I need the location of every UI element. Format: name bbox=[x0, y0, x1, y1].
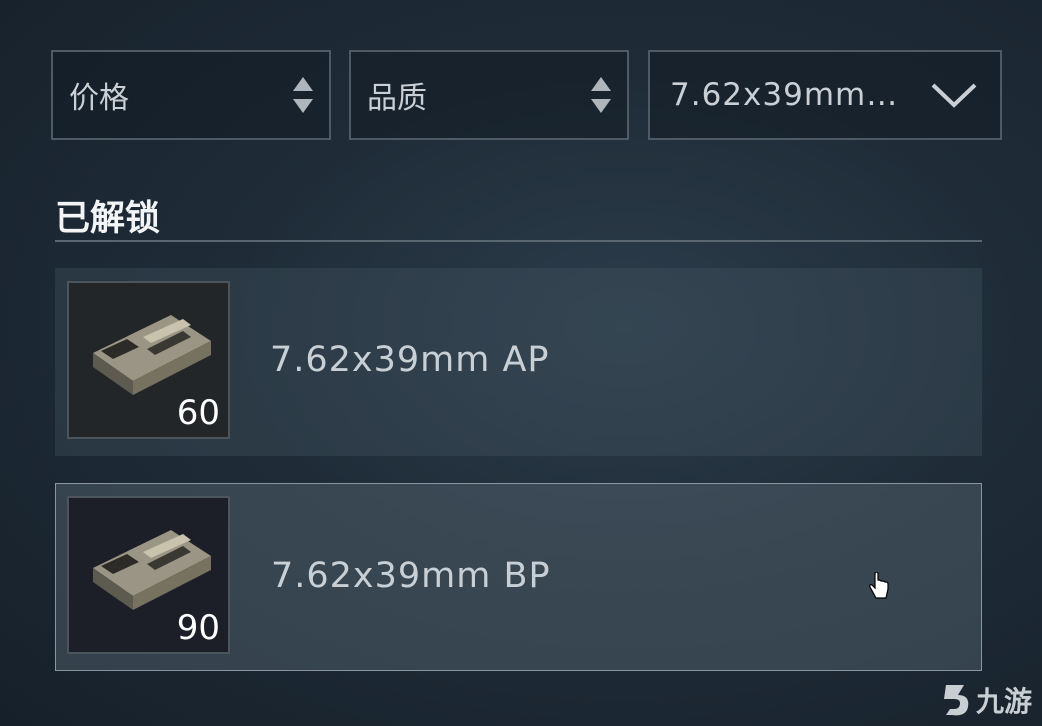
price-sort-label: 价格 bbox=[69, 81, 129, 116]
quality-sort-label: 品质 bbox=[367, 81, 427, 116]
ammo-box-icon bbox=[93, 315, 211, 395]
item-name: 7.62x39mm AP bbox=[270, 340, 550, 380]
item-quantity: 60 bbox=[176, 393, 220, 433]
price-sort-dropdown[interactable]: 价格 bbox=[51, 50, 331, 140]
caliber-filter-label: 7.62x39mm… bbox=[670, 77, 899, 113]
item-quantity: 90 bbox=[176, 608, 220, 648]
watermark-text: 九游 bbox=[975, 685, 1032, 718]
section-divider bbox=[55, 240, 982, 242]
caliber-filter-dropdown[interactable]: 7.62x39mm… bbox=[648, 50, 1002, 140]
sort-icon bbox=[591, 77, 611, 113]
item-name: 7.62x39mm BP bbox=[271, 556, 551, 596]
quality-sort-dropdown[interactable]: 品质 bbox=[349, 50, 629, 140]
watermark-logo: 九游 bbox=[940, 680, 1032, 720]
section-title: 已解锁 bbox=[55, 199, 161, 239]
item-thumbnail: 90 bbox=[67, 496, 230, 654]
sort-icon bbox=[293, 77, 313, 113]
ammo-list-item[interactable]: 60 7.62x39mm AP bbox=[55, 268, 982, 456]
ammo-box-icon bbox=[93, 530, 211, 610]
ammo-list-item[interactable]: 90 7.62x39mm BP bbox=[55, 483, 982, 671]
chevron-down-icon bbox=[931, 83, 977, 108]
item-thumbnail: 60 bbox=[67, 281, 230, 439]
hand-cursor-icon bbox=[869, 572, 889, 599]
logo-icon bbox=[943, 685, 969, 716]
